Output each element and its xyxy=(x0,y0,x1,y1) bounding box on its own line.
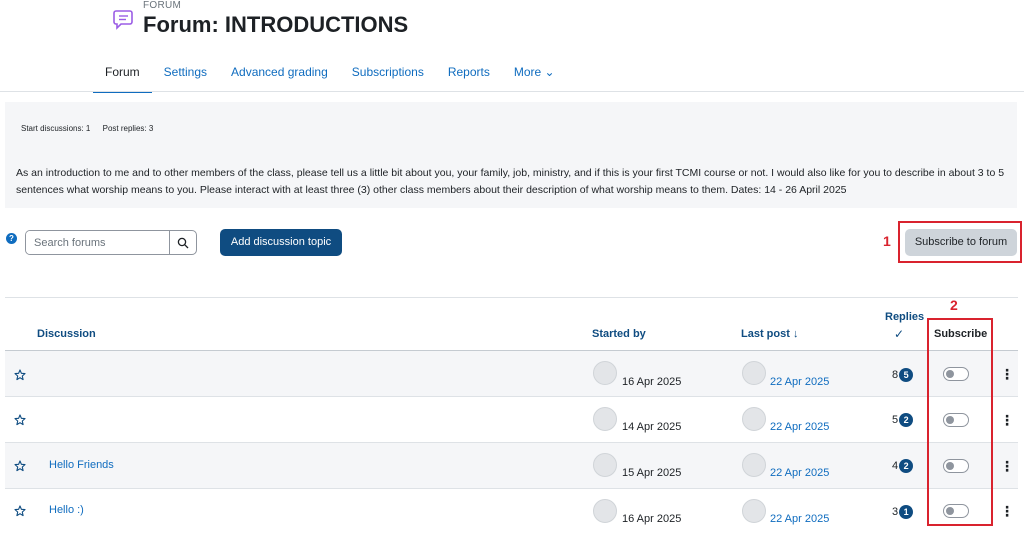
table-row: 14 Apr 2025 22 Apr 2025 52 ⋮ xyxy=(5,397,1018,443)
last-post-date[interactable]: 22 Apr 2025 xyxy=(770,421,829,433)
star-icon[interactable] xyxy=(14,505,26,517)
search-forums xyxy=(25,230,197,255)
page-kicker: FORUM xyxy=(143,0,182,11)
replies-number: 4 xyxy=(892,459,899,472)
avatar[interactable] xyxy=(593,361,617,385)
column-header-discussion[interactable]: Discussion xyxy=(37,328,96,340)
search-input[interactable] xyxy=(26,231,169,254)
replies-number: 8 xyxy=(892,368,899,381)
last-post-date[interactable]: 22 Apr 2025 xyxy=(770,513,829,525)
last-post-date[interactable]: 22 Apr 2025 xyxy=(770,467,829,479)
forum-description: As an introduction to me and to other me… xyxy=(16,167,1005,196)
avatar[interactable] xyxy=(742,499,766,523)
subscribe-to-forum-button[interactable]: Subscribe to forum xyxy=(905,229,1017,256)
replies-count[interactable]: 42 xyxy=(892,459,914,473)
tab-settings[interactable]: Settings xyxy=(152,58,219,91)
avatar[interactable] xyxy=(593,499,617,523)
page-title: Forum: INTRODUCTIONS xyxy=(143,12,409,37)
started-date: 14 Apr 2025 xyxy=(622,421,682,433)
discussion-subject[interactable]: Hello Friends xyxy=(49,459,114,471)
search-button[interactable] xyxy=(169,231,196,254)
table-row: 16 Apr 2025 22 Apr 2025 85 ⋮ xyxy=(5,351,1018,397)
forum-icon xyxy=(113,10,133,30)
replies-number: 3 xyxy=(892,505,899,518)
tab-more[interactable]: More ⌄ xyxy=(502,58,567,91)
add-discussion-topic-button[interactable]: Add discussion topic xyxy=(220,229,342,256)
avatar[interactable] xyxy=(742,361,766,385)
avatar[interactable] xyxy=(742,453,766,477)
column-header-replies[interactable]: Replies xyxy=(885,311,924,323)
star-icon[interactable] xyxy=(14,414,26,426)
started-date: 16 Apr 2025 xyxy=(622,513,682,525)
table-top-border xyxy=(5,297,1018,298)
last-post-date[interactable]: 22 Apr 2025 xyxy=(770,376,829,388)
more-actions-icon[interactable]: ⋮ xyxy=(1000,413,1014,427)
unread-badge[interactable]: 2 xyxy=(899,413,914,427)
column-header-last-post[interactable]: Last post ↓ xyxy=(741,328,798,340)
table-row: Hello Friends 15 Apr 2025 22 Apr 2025 42… xyxy=(5,443,1018,489)
replies-count[interactable]: 85 xyxy=(892,368,914,382)
star-icon[interactable] xyxy=(14,460,26,472)
started-date: 15 Apr 2025 xyxy=(622,467,682,479)
avatar[interactable] xyxy=(593,407,617,431)
more-actions-icon[interactable]: ⋮ xyxy=(1000,459,1014,473)
more-actions-icon[interactable]: ⋮ xyxy=(1000,367,1014,381)
annotation-number-1: 1 xyxy=(883,233,891,249)
replies-number: 5 xyxy=(892,413,899,426)
completion-start-discussions: Start discussions: 1 xyxy=(21,124,91,133)
table-row: Hello :) 16 Apr 2025 22 Apr 2025 31 ⋮ xyxy=(5,489,1018,535)
avatar[interactable] xyxy=(593,453,617,477)
column-header-started-by[interactable]: Started by xyxy=(592,328,646,340)
star-icon[interactable] xyxy=(14,369,26,381)
discussion-subject[interactable]: Hello :) xyxy=(49,504,84,516)
replies-check-icon: ✓ xyxy=(894,327,905,341)
help-icon[interactable]: ? xyxy=(6,233,17,244)
replies-count[interactable]: 52 xyxy=(892,413,914,427)
tab-forum[interactable]: Forum xyxy=(93,58,152,93)
secondary-nav: Forum Settings Advanced grading Subscrip… xyxy=(93,58,567,93)
unread-badge[interactable]: 2 xyxy=(899,459,914,473)
replies-count[interactable]: 31 xyxy=(892,505,914,519)
search-icon xyxy=(177,237,189,248)
unread-badge[interactable]: 1 xyxy=(899,505,914,519)
started-date: 16 Apr 2025 xyxy=(622,376,682,388)
tab-advanced-grading[interactable]: Advanced grading xyxy=(219,58,340,91)
more-actions-icon[interactable]: ⋮ xyxy=(1000,504,1014,518)
unread-badge[interactable]: 5 xyxy=(899,368,914,382)
completion-requirements: Start discussions: 1 Post replies: 3 xyxy=(21,124,163,133)
tab-reports[interactable]: Reports xyxy=(436,58,502,91)
tab-subscriptions[interactable]: Subscriptions xyxy=(340,58,436,91)
annotation-box-2 xyxy=(927,318,993,526)
completion-post-replies: Post replies: 3 xyxy=(102,124,154,133)
nav-divider xyxy=(0,91,1024,92)
annotation-number-2: 2 xyxy=(950,297,958,313)
avatar[interactable] xyxy=(742,407,766,431)
